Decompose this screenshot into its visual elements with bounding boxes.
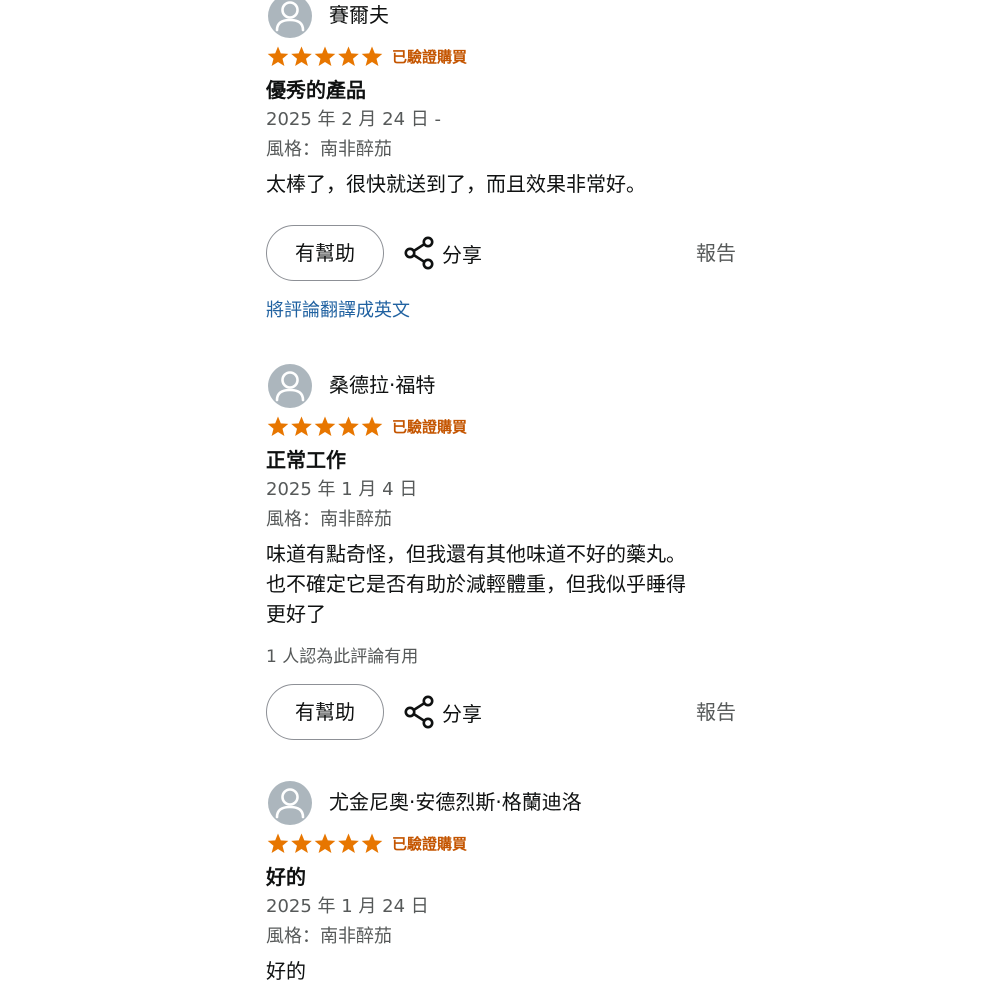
verified-purchase-badge: 已驗證購買 — [392, 48, 468, 66]
reviewer-name[interactable]: 尤金尼奧·安德烈斯·格蘭迪洛 — [329, 787, 582, 817]
review-body-line: 也不確定它是否有助於減輕體重，但我似乎睡得 — [266, 572, 686, 596]
star-icon — [338, 833, 359, 853]
reviewer-profile[interactable]: 尤金尼奧·安德烈斯·格蘭迪洛 — [266, 781, 736, 825]
review-body: 太棒了，很快就送到了，而且效果非常好。 — [266, 172, 646, 196]
star-icon — [338, 46, 359, 66]
review-card: 尤金尼奧·安德烈斯·格蘭迪洛 已驗證購買 好的 2025 年 1 月 24 日 … — [266, 781, 736, 986]
star-icon — [291, 46, 312, 66]
star-rating[interactable] — [266, 832, 384, 856]
product-style[interactable]: 風格：南非醉茄 — [266, 135, 736, 165]
review-body-line: 更好了 — [266, 602, 326, 626]
translate-review-link[interactable]: 將評論翻譯成英文 — [266, 297, 736, 325]
review-actions: 有幫助 分享 報告 — [266, 225, 736, 283]
review-date: 2025 年 2 月 24 日 - — [266, 109, 441, 130]
star-icon — [361, 833, 383, 853]
reviewer-profile[interactable]: 賽爾夫 — [266, 0, 736, 38]
star-icon — [361, 46, 383, 66]
review-title: 正常工作 — [266, 448, 346, 472]
star-icon — [291, 416, 312, 436]
reviewer-profile[interactable]: 桑德拉·福特 — [266, 364, 736, 408]
helpful-button[interactable]: 有幫助 — [266, 684, 384, 740]
review-card: 賽爾夫 已驗證購買 優秀的產品 2025 年 2 月 24 日 - 風格：南非醉… — [266, 0, 736, 325]
user-avatar-icon — [268, 0, 312, 38]
helpful-count: 1 人認為此評論有用 — [266, 647, 419, 667]
product-style[interactable]: 風格：南非醉茄 — [266, 505, 736, 535]
star-icon — [338, 416, 359, 436]
star-icon — [267, 46, 289, 66]
verified-purchase-badge: 已驗證購買 — [392, 835, 468, 853]
review-body: 味道有點奇怪，但我還有其他味道不好的藥丸。 也不確定它是否有助於減輕體重，但我似… — [266, 539, 736, 629]
star-icon — [267, 416, 289, 436]
star-icon — [267, 833, 289, 853]
star-rating[interactable] — [266, 45, 384, 69]
star-icon — [361, 416, 383, 436]
share-label: 分享 — [442, 242, 482, 267]
review-title: 優秀的產品 — [266, 78, 366, 102]
review-title: 好的 — [266, 865, 306, 889]
reviewer-name[interactable]: 桑德拉·福特 — [329, 370, 435, 400]
share-icon — [404, 236, 434, 270]
star-icon — [314, 833, 336, 853]
review-date: 2025 年 1 月 4 日 — [266, 479, 418, 500]
share-label: 分享 — [442, 701, 482, 726]
report-link[interactable]: 報告 — [696, 238, 736, 268]
star-icon — [314, 416, 336, 436]
review-actions: 有幫助 分享 報告 — [266, 684, 736, 742]
star-icon — [314, 46, 336, 66]
share-button[interactable]: 分享 — [404, 235, 482, 271]
review-body-line: 味道有點奇怪，但我還有其他味道不好的藥丸。 — [266, 542, 686, 566]
review-card: 桑德拉·福特 已驗證購買 正常工作 2025 年 1 月 4 日 風格：南非醉茄… — [266, 364, 736, 742]
product-style[interactable]: 風格：南非醉茄 — [266, 922, 736, 952]
share-button[interactable]: 分享 — [404, 694, 482, 730]
review-date: 2025 年 1 月 24 日 — [266, 896, 429, 917]
star-icon — [291, 833, 312, 853]
user-avatar-icon — [268, 781, 312, 825]
review-body: 好的 — [266, 959, 306, 983]
report-link[interactable]: 報告 — [696, 697, 736, 727]
reviewer-name[interactable]: 賽爾夫 — [329, 0, 389, 30]
star-rating[interactable] — [266, 415, 384, 439]
share-icon — [404, 695, 434, 729]
user-avatar-icon — [268, 364, 312, 408]
verified-purchase-badge: 已驗證購買 — [392, 418, 468, 436]
helpful-button[interactable]: 有幫助 — [266, 225, 384, 281]
